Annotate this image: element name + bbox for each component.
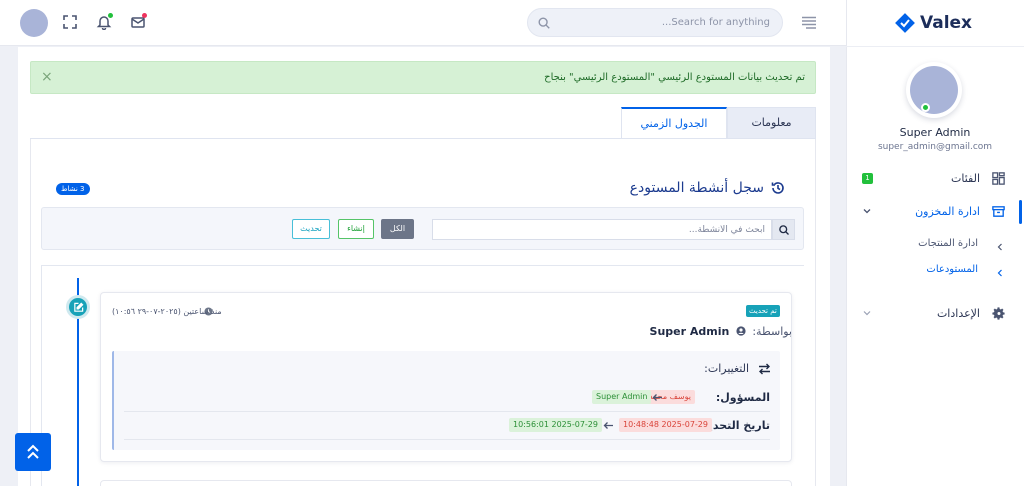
sidebar-item-inventory[interactable]: ادارة المخزون	[846, 202, 1024, 222]
arrow-left-icon	[652, 394, 662, 401]
activity-log-title: سجل أنشطة المستودع	[629, 180, 764, 196]
sidebar-item-categories[interactable]: الفئات 1	[846, 169, 1024, 189]
profile-avatar[interactable]	[910, 66, 958, 114]
success-alert: تم تحديث بيانات المستودع الرئيسي "المستو…	[30, 61, 816, 94]
logo-icon	[895, 13, 915, 33]
notification-dot	[108, 13, 113, 18]
sidebar-item-label: الفئات	[951, 172, 980, 185]
activity-type-badge: تم تحديث	[746, 305, 780, 317]
header-search	[527, 8, 783, 37]
chevron-left-icon	[997, 267, 1003, 277]
search-icon	[779, 225, 789, 235]
row-divider	[124, 411, 770, 412]
activity-search-input[interactable]	[432, 219, 772, 240]
profile-name: Super Admin	[899, 126, 971, 139]
sidebar-subitem-label: ادارة المنتجات	[918, 238, 978, 249]
swap-icon	[759, 363, 770, 375]
scroll-to-top-button[interactable]	[15, 433, 51, 471]
history-icon	[771, 182, 784, 194]
fullscreen-icon[interactable]	[62, 14, 80, 32]
edit-icon	[74, 302, 84, 312]
sidebar-subitem-warehouses[interactable]: المستودعات	[846, 263, 1024, 279]
row-divider	[124, 439, 770, 440]
activity-count-badge: 3 نشاط	[56, 183, 90, 195]
new-value: Super Admin	[592, 390, 652, 404]
new-value: 2025-07-29 10:56:01	[509, 418, 602, 432]
sidebar-subitem-label: المستودعات	[926, 264, 978, 275]
user-icon	[736, 326, 746, 336]
profile-email: super_admin@gmail.com	[877, 142, 993, 152]
arrow-left-icon	[603, 422, 613, 429]
chevron-down-icon	[862, 206, 872, 216]
gear-icon	[991, 306, 1007, 322]
divider	[846, 46, 1024, 47]
sidebar-item-settings[interactable]: الإعدادات	[846, 304, 1024, 324]
activity-author: بواسطة: Super Admin	[650, 325, 792, 338]
search-icon[interactable]	[537, 16, 551, 30]
brand-name: Valex	[920, 13, 973, 33]
filter-update-button[interactable]: تحديث	[292, 219, 330, 239]
sidebar-item-label: ادارة المخزون	[915, 205, 980, 218]
close-icon[interactable]: ×	[41, 70, 53, 84]
grid-icon	[991, 171, 1007, 187]
filter-all-button[interactable]: الكل	[381, 219, 414, 239]
mail-dot	[142, 13, 147, 18]
author-label: بواسطة:	[752, 325, 792, 338]
active-indicator	[1019, 200, 1022, 224]
old-value: 2025-07-29 10:48:48	[619, 418, 712, 432]
double-chevron-up-icon	[27, 444, 39, 459]
tab-info[interactable]: معلومات	[727, 107, 816, 139]
filter-create-button[interactable]: إنشاء	[338, 219, 374, 239]
archive-icon	[991, 204, 1007, 220]
activity-search-button[interactable]	[772, 219, 795, 240]
chevron-down-icon	[862, 308, 872, 318]
menu-icon[interactable]	[801, 16, 817, 29]
tab-timeline[interactable]: الجدول الزمني	[621, 107, 727, 139]
change-field-label: المسؤول:	[715, 391, 770, 404]
online-status-dot	[921, 103, 930, 112]
header-avatar[interactable]	[20, 9, 48, 37]
brand-logo[interactable]: Valex	[894, 10, 972, 36]
sidebar-subitem-products[interactable]: ادارة المنتجات	[846, 237, 1024, 253]
chevron-left-icon	[997, 241, 1003, 251]
changes-title: التغييرات:	[704, 362, 749, 375]
sidebar-item-label: الإعدادات	[936, 307, 980, 320]
activity-card	[100, 480, 792, 486]
alert-message: تم تحديث بيانات المستودع الرئيسي "المستو…	[544, 72, 805, 83]
timeline-marker	[66, 295, 90, 319]
search-input[interactable]	[554, 9, 774, 36]
category-count-badge: 1	[862, 173, 873, 184]
activity-time: منذ ساعتين (٢٠٢٥-٠٧-٢٩ ١٠:٥٦)	[112, 307, 222, 316]
author-name: Super Admin	[649, 325, 730, 338]
